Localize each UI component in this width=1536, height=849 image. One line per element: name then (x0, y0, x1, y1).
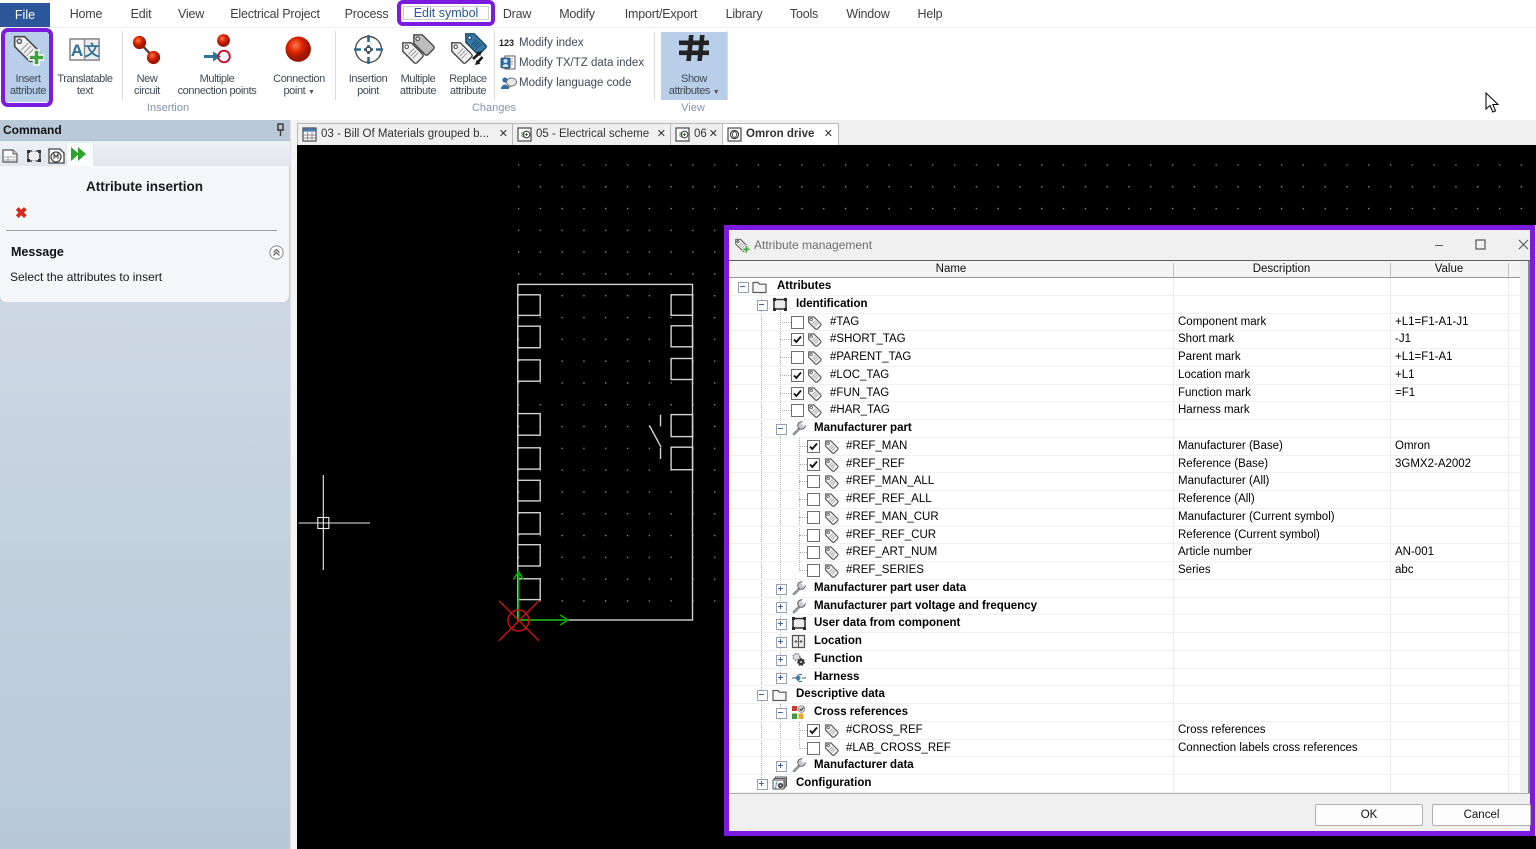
svg-text:A: A (71, 41, 83, 60)
svg-text:文: 文 (84, 42, 100, 60)
